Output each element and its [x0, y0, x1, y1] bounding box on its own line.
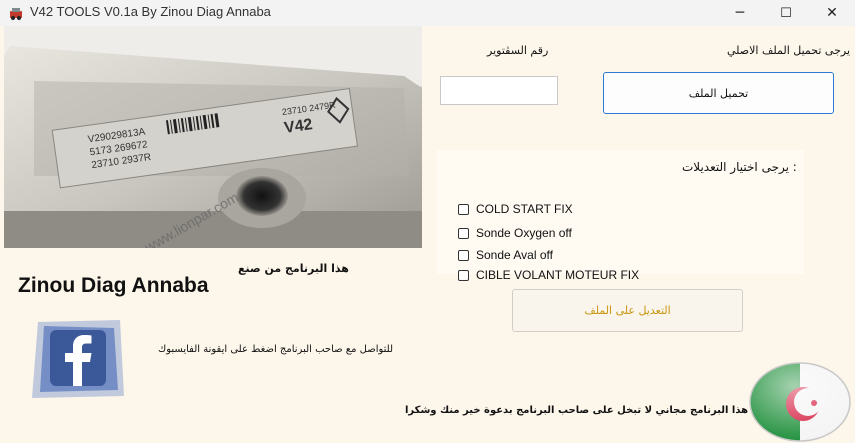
facebook-icon[interactable] — [30, 318, 126, 400]
title-bar: V42 TOOLS V0.1a By Zinou Diag Annaba ─ ☐… — [0, 0, 855, 27]
load-file-button[interactable]: تحميل الملف — [603, 72, 834, 114]
contact-text: للتواصل مع صاحب البرنامج اضغط على ايقونة… — [158, 344, 394, 355]
algeria-flag-icon — [749, 362, 851, 442]
option-cible-volant-moteur-fix[interactable]: CIBLE VOLANT MOTEUR FIX — [458, 268, 639, 282]
apply-modifications-button[interactable]: التعديل على الملف — [512, 289, 743, 332]
made-by-label: هذا البرنامج من صنع — [238, 262, 349, 275]
maximize-icon: ☐ — [780, 5, 792, 21]
minimize-button[interactable]: ─ — [717, 0, 763, 26]
brand-name: Zinou Diag Annaba — [18, 274, 209, 297]
main-window: V29029813A 5173 269672 23710 2937R 23710… — [0, 26, 855, 443]
modifications-group: يرجى اختيار التعديلات : COLD START FIX S… — [437, 150, 804, 282]
option-label: Sonde Oxygen off — [476, 226, 572, 240]
window-title: V42 TOOLS V0.1a By Zinou Diag Annaba — [30, 4, 271, 19]
ecu-image: V29029813A 5173 269672 23710 2937R 23710… — [4, 26, 422, 248]
checkbox-sonde-aval-off[interactable] — [458, 249, 469, 261]
close-icon: ✕ — [826, 5, 838, 21]
minimize-icon: ─ — [735, 5, 745, 21]
serial-label: رقم السڤتوير — [487, 44, 549, 57]
checkbox-cible-volant-moteur-fix[interactable] — [458, 269, 469, 281]
close-button[interactable]: ✕ — [809, 0, 855, 26]
checkbox-cold-start-fix[interactable] — [458, 203, 469, 215]
app-icon — [10, 8, 22, 20]
footer-text: هذا البرنامج مجاني لا تبخل على صاحب البر… — [405, 405, 749, 416]
option-label: COLD START FIX — [476, 202, 573, 216]
modifications-heading: يرجى اختيار التعديلات : — [682, 160, 797, 174]
load-prompt: يرجى تحميل الملف الاصلي — [727, 44, 851, 57]
serial-input[interactable] — [440, 76, 558, 105]
option-sonde-aval-off[interactable]: Sonde Aval off — [458, 248, 553, 262]
option-sonde-oxygen-off[interactable]: Sonde Oxygen off — [458, 226, 572, 240]
checkbox-sonde-oxygen-off[interactable] — [458, 227, 469, 239]
option-label: CIBLE VOLANT MOTEUR FIX — [476, 268, 640, 282]
option-label: Sonde Aval off — [476, 248, 553, 262]
maximize-button[interactable]: ☐ — [763, 0, 809, 26]
option-cold-start-fix[interactable]: COLD START FIX — [458, 202, 573, 216]
